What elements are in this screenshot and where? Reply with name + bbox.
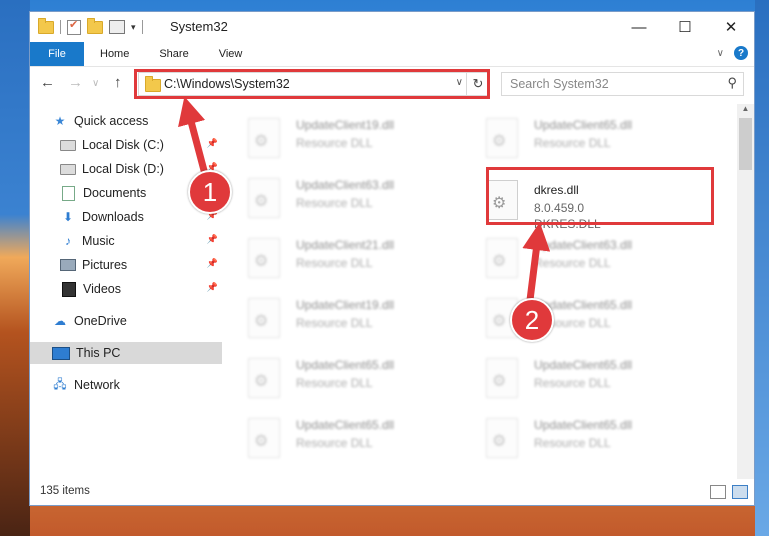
step-2-badge: 2 xyxy=(510,298,554,342)
arrow-to-address-bar xyxy=(178,96,210,182)
arrow-to-dkres-file xyxy=(522,222,551,304)
annotation-arrows xyxy=(178,96,551,304)
step-1-badge: 1 xyxy=(188,170,232,214)
